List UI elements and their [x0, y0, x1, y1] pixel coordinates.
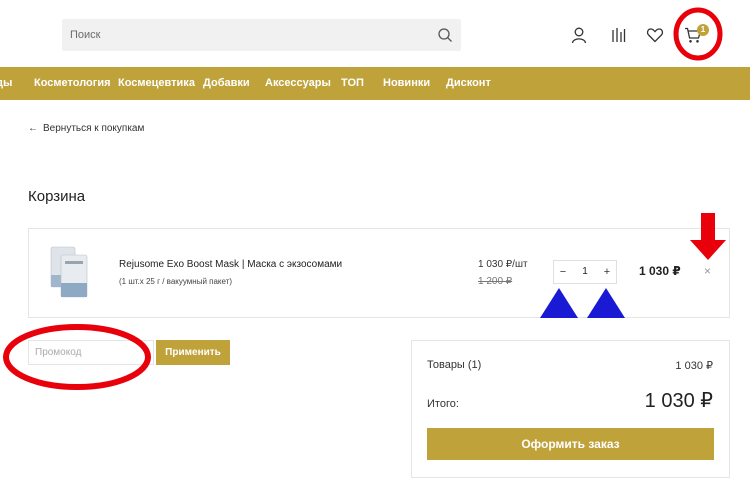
compare-icon[interactable]: [609, 26, 627, 44]
cart-item-row: Rejusome Exo Boost Mask | Маска с экзосо…: [28, 228, 730, 318]
nav-item-cosmeceutics[interactable]: Космецевтика: [118, 67, 195, 100]
remove-item-icon[interactable]: ×: [704, 264, 711, 278]
promo-code-input[interactable]: [28, 340, 154, 365]
decrease-quantity-button[interactable]: −: [554, 261, 572, 283]
grand-total-value: 1 030 ₽: [644, 390, 713, 412]
nav-item-accessories[interactable]: Аксессуары: [265, 67, 331, 100]
nav-item-new[interactable]: Новинки: [383, 67, 430, 100]
search-input[interactable]: [70, 19, 420, 51]
product-thumbnail[interactable]: [47, 245, 95, 299]
heart-icon[interactable]: [646, 26, 664, 44]
search-icon[interactable]: [437, 27, 453, 43]
search-bar: [62, 19, 461, 51]
nav-item-partial[interactable]: ды: [0, 67, 12, 100]
product-variant: (1 шт.x 25 г / вакуумный пакет): [119, 277, 233, 286]
arrow-left-icon: ←: [28, 123, 38, 134]
quantity-value[interactable]: 1: [572, 261, 598, 283]
old-price: 1 200 ₽: [478, 276, 513, 287]
nav-item-discount[interactable]: Дисконт: [446, 67, 491, 100]
items-count-label: Товары (1): [427, 359, 482, 371]
main-nav: ды Косметология Космецевтика Добавки Акс…: [0, 67, 750, 100]
user-icon[interactable]: [570, 26, 588, 44]
quantity-stepper: − 1 +: [553, 260, 617, 284]
cart-count-badge: 1: [697, 24, 709, 36]
back-to-shopping-link[interactable]: ← Вернуться к покупкам: [28, 123, 144, 134]
items-subtotal: 1 030 ₽: [675, 360, 713, 372]
nav-item-top[interactable]: ТОП: [341, 67, 364, 100]
grand-total-label: Итого:: [427, 398, 459, 410]
increase-quantity-button[interactable]: +: [598, 261, 616, 283]
product-name[interactable]: Rejusome Exo Boost Mask | Маска с экзосо…: [119, 259, 342, 270]
order-summary: Товары (1) 1 030 ₽ Итого: 1 030 ₽ Оформи…: [411, 340, 730, 478]
nav-item-supplements[interactable]: Добавки: [203, 67, 250, 100]
page-title: Корзина: [28, 188, 86, 205]
line-total: 1 030 ₽: [639, 264, 681, 278]
site-header: 1: [0, 0, 750, 67]
back-link-label: Вернуться к покупкам: [43, 123, 145, 134]
apply-promo-button[interactable]: Применить: [156, 340, 230, 365]
nav-item-cosmetology[interactable]: Косметология: [34, 67, 111, 100]
checkout-button[interactable]: Оформить заказ: [427, 428, 714, 460]
unit-price: 1 030 ₽/шт: [478, 259, 528, 270]
